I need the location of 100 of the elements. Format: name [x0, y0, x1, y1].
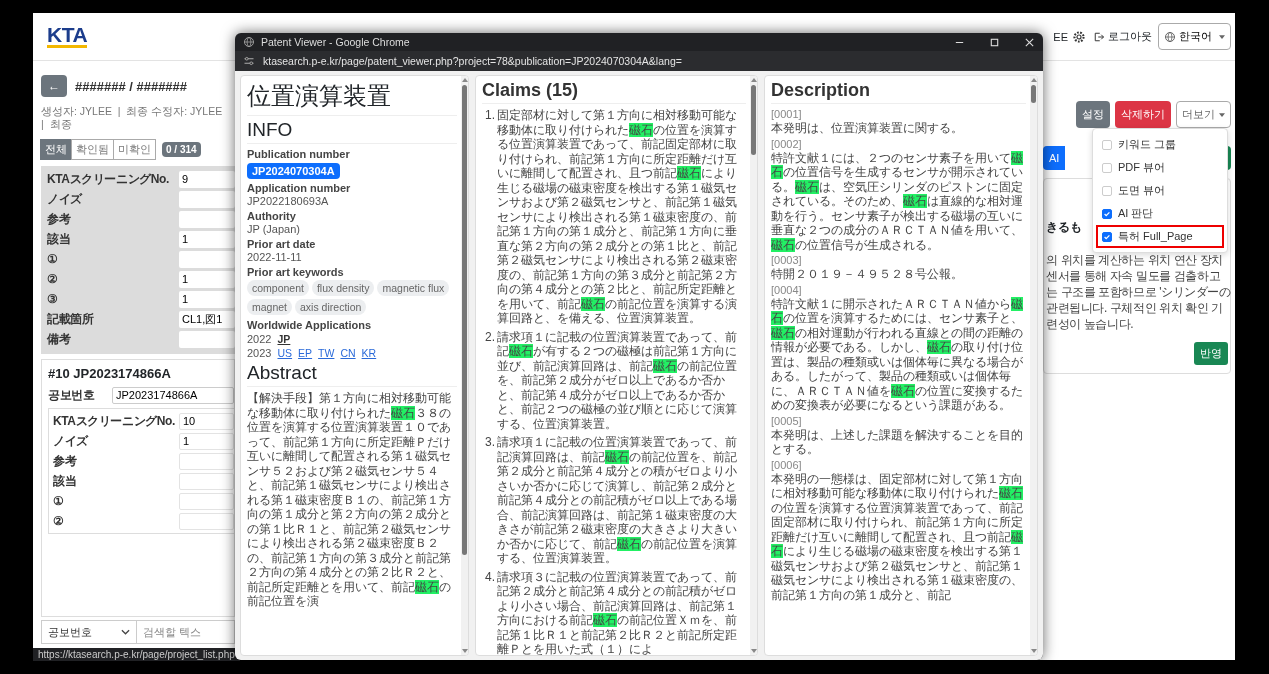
- language-dropdown[interactable]: 한국어: [1158, 23, 1231, 50]
- input-field[interactable]: [179, 330, 235, 348]
- field-label: KTAスクリーニングNo.: [53, 412, 176, 430]
- menu-item[interactable]: 특허 Full_Page: [1098, 227, 1222, 246]
- tune-icon[interactable]: [243, 55, 255, 67]
- filter-tab[interactable]: 미확인: [113, 139, 156, 160]
- action-button[interactable]: 삭제하기: [1115, 101, 1171, 128]
- keyword-chip: flux density: [311, 280, 375, 296]
- search-field[interactable]: 검색할 텍스: [137, 620, 235, 644]
- country-link[interactable]: KR: [361, 347, 377, 359]
- checkbox[interactable]: [1102, 185, 1112, 196]
- paragraph-number: [0001]: [771, 108, 803, 120]
- input-field[interactable]: [179, 492, 234, 510]
- field-label: 공보번호: [48, 386, 96, 404]
- scrollbar[interactable]: [750, 76, 757, 655]
- input-field[interactable]: 1: [179, 270, 235, 288]
- apply-button[interactable]: 반영: [1194, 342, 1228, 365]
- input-field[interactable]: [179, 452, 234, 470]
- menu-item[interactable]: PDF 뷰어: [1098, 158, 1222, 177]
- input-field[interactable]: [179, 250, 235, 268]
- filter-tab[interactable]: 전체: [40, 139, 72, 160]
- year-label: 2023: [247, 347, 272, 359]
- paragraph-number: [0002]: [771, 137, 803, 150]
- filter-tab[interactable]: 확인됨: [71, 139, 114, 160]
- country-link[interactable]: EP: [298, 347, 313, 359]
- keyword-chip: axis direction: [295, 299, 367, 315]
- abstract-text: 【解決手段】第１方向に相対移動可能な移動体に取り付けられた磁石３８の位置を演算する位置演算装置１０であって、前記第１方向に所定距離Ｐだけ互いに離間して配置される第１磁気センサ５２および第２磁気センサ５４と、前記第１磁気センサにより検出される第１磁束密度Ｂ１の、前記第１方向の第１成分と第２方向の第２成分との第１比Ｒ１と、前記第２磁気センサにより検出される第２磁束密度Ｂ２の、前記第１方向の第３成分と前記第２方向の第４成分との第２比Ｒ２と、前記所定距離とを用いて、前記磁石の前記位置を演: [247, 391, 452, 609]
- claim-number: 2.: [484, 329, 495, 346]
- menu-item[interactable]: 키워드 그룹: [1098, 135, 1222, 154]
- maximize-icon[interactable]: [989, 36, 1000, 48]
- input-field[interactable]: 1: [179, 230, 235, 248]
- input-field[interactable]: [179, 190, 235, 208]
- input-field[interactable]: [179, 472, 234, 490]
- input-field[interactable]: JP2023174866A: [112, 386, 234, 404]
- checkbox[interactable]: [1102, 139, 1112, 150]
- checkbox[interactable]: [1102, 162, 1112, 173]
- paragraph-number: [0005]: [771, 414, 803, 427]
- back-button[interactable]: ←: [41, 75, 67, 97]
- field-label: ③: [47, 292, 59, 306]
- publication-badge: JP2024070304A: [247, 163, 340, 179]
- paragraph-number: [0004]: [771, 283, 803, 296]
- paragraph-text: 本発明は、上述した課題を解決することを目的とする。: [771, 427, 1024, 457]
- input-field[interactable]: CL1,図1: [179, 310, 235, 328]
- claim-number: 1.: [484, 108, 495, 124]
- claim-text: 請求項１に記載の位置演算装置であって、前記演算回路は、前記磁石の前記位置を、前記第２成分と前記第４成分との積がゼロより小さいか否かに応じて演算し、前記第２成分と前記第４成分との前記積がゼロ以上である場合、前記演算回路は、前記第１磁束密度の大きさが前記第２磁束密度の大きさより大きいか否かに応じて、前記磁石の前記位置を演算する、位置演算装置。: [497, 435, 738, 566]
- country-link[interactable]: JP: [277, 333, 291, 345]
- search-field-select[interactable]: 공보번호: [41, 620, 137, 644]
- info-value: JP (Japan): [247, 223, 301, 235]
- field-label: ①: [47, 252, 59, 266]
- keyword-chip: magnet: [247, 299, 293, 315]
- field-label: 該当: [53, 472, 78, 490]
- card-title: #10 JP2023174866A: [48, 366, 172, 381]
- paragraph-number: [0006]: [771, 458, 803, 471]
- section-heading: INFO: [247, 116, 457, 144]
- input-field[interactable]: 1: [179, 290, 235, 308]
- input-field[interactable]: 10: [179, 412, 234, 430]
- country-link[interactable]: TW: [318, 347, 335, 359]
- caret-icon: [1219, 112, 1225, 117]
- close-icon[interactable]: [1024, 36, 1035, 48]
- checkbox[interactable]: [1102, 231, 1112, 242]
- address-bar[interactable]: ktasearch.p-e.kr/page/patent_viewer.php?project=78&publication=JP2024070304A&lang=: [235, 51, 1043, 71]
- input-field[interactable]: [179, 210, 235, 228]
- menu-item[interactable]: AI 판단: [1098, 204, 1222, 223]
- country-link[interactable]: US: [277, 347, 293, 359]
- paragraph-text: 本発明の一態様は、固定部材に対して第１方向に相対移動可能な移動体に取り付けられた磁石 の位置を演算する位置演算装置であって、前記固定部材に取り付けられ、前記第１方向に所定距離だけ互いに離間して配置され、且つ前記磁石により生じる磁場の磁束密度を検出する第１磁気センサおよび第２磁気センサと、前記第１磁気センサにより検出される第１磁束密度の、前記第１方向の第１成分と、前記: [771, 471, 1024, 602]
- field-label: ①: [53, 494, 65, 508]
- globe-icon: [1164, 30, 1176, 43]
- settings-icon[interactable]: [1072, 29, 1086, 44]
- scrollbar[interactable]: [461, 76, 468, 655]
- section-heading: Claims (15): [482, 78, 746, 104]
- claim-number: 3.: [484, 435, 495, 451]
- project-title: ####### / #######: [75, 78, 188, 94]
- field-label: ノイズ: [53, 432, 90, 450]
- input-field[interactable]: 9: [179, 170, 235, 188]
- keyword-chip: component: [247, 280, 309, 296]
- claim-text: 請求項１に記載の位置演算装置であって、前記磁石が有する２つの磁極は前記第１方向に並び、前記演算回路は、前記磁石の前記位置を、前記第２成分がゼロ以上であるか否かと、前記第４成分がゼロ以上であるか否かと、前記２つの磁極の並び順とに応じて演算する、位置演算装置。: [497, 329, 738, 431]
- country-link[interactable]: CN: [340, 347, 356, 359]
- menu-item[interactable]: 도면 뷰어: [1098, 181, 1222, 200]
- input-field[interactable]: [179, 512, 234, 530]
- action-button[interactable]: 설정: [1076, 101, 1110, 128]
- logo[interactable]: KTA: [47, 25, 88, 48]
- info-label: Publication number: [247, 148, 351, 160]
- field-label: KTAスクリーニングNo.: [47, 170, 170, 188]
- logout-link[interactable]: 로그아웃: [1093, 29, 1152, 44]
- checkbox[interactable]: [1102, 208, 1112, 219]
- input-field[interactable]: 1: [179, 432, 234, 450]
- info-value: JP2022180693A: [247, 195, 330, 207]
- paragraph-text: 特許文献１に開示されたＡＲＣＴＡＮ値から磁石の位置を演算するためには、センサ素子と、 磁石の相対運動が行われる直線との間の距離の情報が必要である。しかし、磁石の取り付け位置は、製品の種類或いは個体毎に異なる場合がある。したがって、製品の種類或いは個体毎に、ＡＲＣＴＡＮ値を磁石の位置に変換するための変換表が必要になるという課題がある。: [771, 296, 1024, 413]
- info-label: Worldwide Applications: [247, 319, 373, 331]
- paragraph-text: 本発明は、位置演算装置に関する。: [771, 121, 964, 136]
- progress-badge: 0 / 314: [162, 142, 201, 157]
- claim-text: 請求項３に記載の位置演算装置であって、前記第２成分と前記第４成分との前記積がゼロより小さい場合、前記演算回路は、前記第１方向における前記磁石の前記位置Ｘｍを、前記第１比Ｒ１と前記第２比Ｒ２と前記所定距離Ｐとを用いた式（１）によ: [497, 569, 738, 655]
- action-button[interactable]: 더보기: [1176, 101, 1231, 128]
- info-label: Application number: [247, 182, 352, 194]
- scrollbar[interactable]: [1030, 76, 1037, 655]
- user-name: EE: [1053, 30, 1068, 43]
- field-label: ②: [47, 272, 59, 286]
- field-label: ノイズ: [47, 190, 84, 208]
- globe-icon: [243, 36, 255, 48]
- ai-button[interactable]: AI: [1043, 146, 1066, 170]
